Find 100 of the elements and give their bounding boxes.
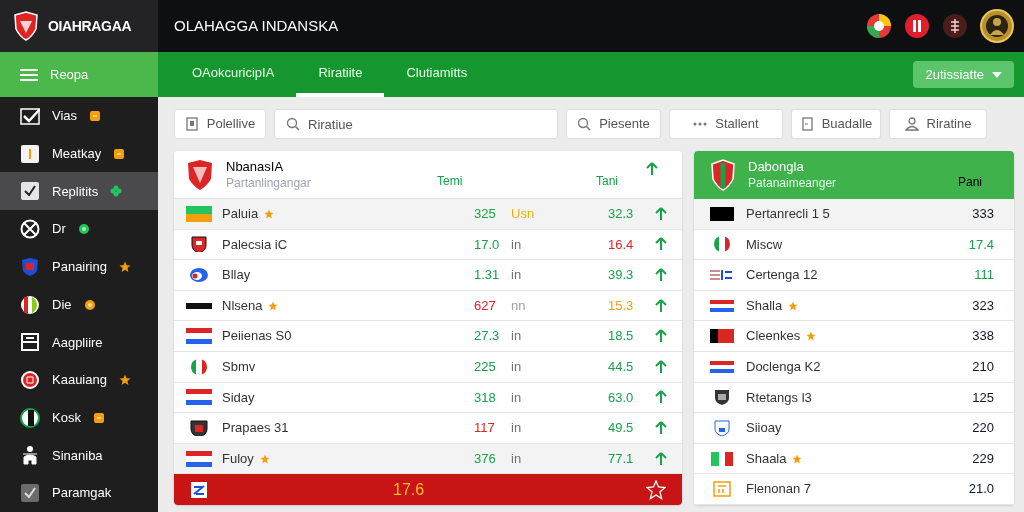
table-cell-text: 1.31 [474, 266, 501, 285]
table-cell-text: in [511, 388, 523, 407]
table-cell-text: 32.3 [608, 205, 635, 224]
table-cell-text: 77.1 [608, 449, 635, 468]
table-row[interactable]: Fuloy 376 in 77.1 [174, 443, 682, 475]
toolbar-button[interactable]: Stallent [669, 109, 783, 139]
table-row[interactable]: Palecsia iC 17.0 in 16.4 [174, 229, 682, 261]
sidebar-item[interactable]: Die [0, 285, 158, 324]
sidebar-item[interactable]: Paramgak [0, 474, 158, 512]
arrow-up-icon [655, 420, 667, 435]
tab[interactable]: OAokcuricipIA [170, 52, 297, 97]
table-row[interactable]: Cleenkes 338 [694, 321, 1014, 352]
card-subtitle: Partanlingangar [226, 174, 311, 191]
table-cell-text: nn [511, 296, 527, 315]
table-row[interactable]: Miscw 17.4 [694, 229, 1014, 261]
shield-logo-icon [186, 158, 214, 191]
table-cell-text: 18.5 [608, 327, 635, 346]
table-row[interactable]: Sbmv 225 in 44.5 [174, 351, 682, 383]
table-cell-text: 220 [972, 419, 994, 438]
table-cell-text: 39.3 [608, 266, 635, 285]
crest-icon [20, 370, 40, 390]
toolbar-button[interactable]: Piesente [566, 109, 661, 139]
sidebar-item[interactable]: Dr [0, 210, 158, 248]
arrow-up-icon [655, 268, 667, 282]
table-row[interactable]: Doclenga K2 210 [694, 351, 1014, 383]
sidebar-item[interactable]: Meatkay [0, 134, 158, 173]
table-row[interactable]: Paluia 325 Usn 32.3 [174, 199, 682, 230]
table-cell-text: 15.3 [608, 296, 635, 315]
toolbar-button[interactable]: Buadalle [791, 109, 881, 139]
team-name: Prapaes 31 [222, 419, 289, 438]
table-cell-text: 333 [972, 205, 994, 224]
table-cell-text: in [511, 327, 523, 346]
sidebar-item[interactable]: Aagpliire [0, 323, 158, 362]
team-name: Rtetangs l3 [746, 388, 812, 407]
team-name: Miscw [746, 235, 783, 254]
team-name: Peiienas S0 [222, 327, 292, 346]
arrow-up-icon [655, 329, 667, 344]
team-name: Sbmv [222, 358, 256, 376]
table-cell-text: 16.4 [608, 235, 635, 254]
team-name: Nlsena [222, 296, 263, 315]
table-cell-text: in [511, 419, 523, 438]
team-name: Palecsia iC [222, 235, 288, 254]
shield-logo-icon [710, 159, 736, 191]
table-cell-text: 117 [474, 419, 496, 438]
star-icon[interactable] [646, 479, 666, 500]
table-row[interactable]: Rtetangs l3 125 [694, 382, 1014, 414]
search-field[interactable]: Riratiue [274, 109, 558, 139]
table-cell-text: in [511, 358, 523, 376]
menu-icon [20, 67, 38, 82]
table-cell-text: 17.4 [968, 235, 994, 254]
table-cell-text: in [511, 235, 523, 254]
team-name: Paluia [222, 205, 259, 224]
table-row[interactable]: Siday 318 in 63.0 [174, 382, 682, 414]
arrow-up-icon [655, 390, 667, 405]
sidebar-item[interactable]: Kosk [0, 398, 158, 437]
search-icon [577, 117, 592, 131]
shield-logo-icon [12, 11, 40, 41]
table-cell-text: in [511, 266, 523, 285]
table-row[interactable]: Shalla 323 [694, 290, 1014, 322]
checkmark-icon [20, 105, 40, 126]
table-cell-text: 323 [972, 296, 994, 315]
table-cell-text: 338 [972, 327, 994, 346]
table-row[interactable]: Peiienas S0 27.3 in 18.5 [174, 321, 682, 352]
table-row[interactable]: Bllay 1.31 in 39.3 [174, 260, 682, 291]
table-row[interactable]: Prapaes 31 117 in 49.5 [174, 413, 682, 444]
sidebar-item[interactable]: Replitits [0, 172, 158, 211]
notification-icon[interactable] [904, 13, 930, 39]
team-name: Siday [222, 388, 255, 407]
column-header: Pani [957, 174, 982, 191]
table-row[interactable]: Nlsena 627 nn 15.3 [174, 290, 682, 322]
team-name: Shaala [746, 449, 787, 468]
table-row[interactable]: Siioay 220 [694, 413, 1014, 444]
table-cell-text: 27.3 [474, 327, 501, 346]
toolbar-button[interactable]: Polellive [174, 109, 266, 139]
team-name: Certenga 12 [746, 266, 818, 285]
team-name: Fuloy [222, 449, 254, 468]
sidebar-item[interactable]: Panairing [0, 247, 158, 286]
table-cell-text: 318 [474, 388, 497, 407]
team-name: Siioay [746, 419, 782, 438]
table-row[interactable]: Flenonan 7 21.0 [694, 474, 1014, 505]
team-name: Bllay [222, 266, 251, 285]
tab[interactable]: Clutiamitts [384, 52, 490, 97]
table-row[interactable]: Certenga 12 111 [694, 260, 1014, 291]
card-title: Dabongla [748, 159, 805, 175]
avatar-icon[interactable] [980, 9, 1014, 43]
team-name: Pertanrecli 1 5 [746, 205, 830, 224]
table-cell-text: 111 [974, 266, 994, 285]
table-row[interactable]: Pertanrecli 1 5 333 [694, 199, 1014, 230]
table-row[interactable]: Shaala 229 [694, 443, 1014, 475]
flag-circle-icon [20, 294, 40, 315]
caret-icon [992, 71, 1002, 78]
brand-name: OIAHRAGAA [48, 16, 132, 36]
table-cell-text: 49.5 [608, 419, 635, 438]
sidebar-item[interactable]: Vias [0, 97, 158, 135]
app-icon[interactable] [866, 13, 892, 39]
team-name: Flenonan 7 [746, 480, 812, 499]
sidebar-item[interactable]: Kaauiang [0, 361, 158, 399]
toolbar-button[interactable]: Riratine [889, 109, 987, 139]
sidebar-item[interactable]: Sinaniba [0, 436, 158, 475]
tab[interactable]: Riratiite [296, 52, 385, 97]
